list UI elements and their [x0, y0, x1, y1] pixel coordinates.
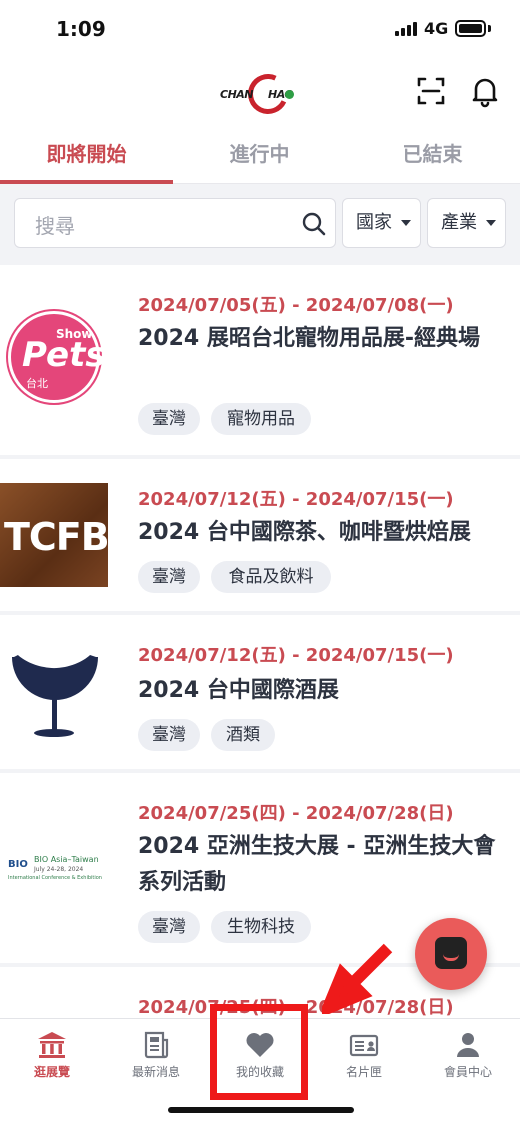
annotation-arrow-icon [322, 943, 393, 1014]
status-time: 1:09 [56, 17, 106, 41]
exhibition-title: 2024 台中國際酒展 [138, 678, 339, 703]
battery-icon [455, 20, 486, 37]
industry-tag: 酒類 [211, 719, 275, 751]
tab-ended[interactable]: 已結束 [346, 128, 519, 184]
scan-icon[interactable] [414, 74, 448, 108]
chat-fab-button[interactable] [415, 918, 487, 990]
search-input[interactable]: 搜尋 [14, 198, 336, 248]
business-card-icon [349, 1034, 379, 1057]
chevron-down-icon [401, 220, 411, 226]
wine-glass-logo [12, 641, 98, 737]
user-icon [457, 1033, 479, 1057]
industry-tag: 寵物用品 [211, 403, 311, 435]
exhibition-date: 2024/07/25(四) - 2024/07/28(日) [138, 803, 454, 824]
exhibition-title: 2024 展昭台北寵物用品展-經典場 [138, 326, 481, 351]
brand-logo: CHAN HAO [218, 68, 302, 120]
home-indicator [168, 1107, 354, 1113]
search-icon[interactable] [301, 211, 327, 237]
app-header: CHAN HAO [0, 58, 520, 128]
exhibition-logo: TCFB [0, 483, 110, 587]
search-filter-bar: 搜尋 國家 產業 [0, 184, 520, 262]
industry-tag: 食品及飲料 [211, 561, 331, 593]
tab-ongoing[interactable]: 進行中 [173, 128, 346, 184]
exhibition-card[interactable]: 2024/07/12(五) - 2024/07/15(一) 2024 台中國際酒… [0, 615, 520, 769]
country-filter-dropdown[interactable]: 國家 [342, 198, 421, 248]
nav-news[interactable]: 最新消息 [104, 1029, 208, 1093]
news-icon [144, 1031, 169, 1059]
nav-member-center[interactable]: 會員中心 [416, 1029, 520, 1093]
exhibition-logo: BIO BIO Asia–Taiwan July 24-28, 2024 Int… [8, 855, 102, 881]
exhibition-title: 2024 台中國際茶、咖啡暨烘焙展 [138, 520, 471, 545]
museum-icon [38, 1032, 66, 1058]
country-tag: 臺灣 [138, 403, 200, 435]
annotation-highlight-box [210, 1004, 308, 1100]
status-tabs: 即將開始 進行中 已結束 [0, 128, 520, 184]
tab-upcoming[interactable]: 即將開始 [0, 128, 173, 184]
exhibition-list: Show Pets 台北 2024/07/05(五) - 2024/07/08(… [0, 262, 520, 1018]
exhibition-title: 2024 亞洲生技大展 - 亞洲生技大會系列活動 [138, 834, 496, 895]
chat-icon [435, 937, 467, 969]
industry-filter-dropdown[interactable]: 產業 [427, 198, 506, 248]
chevron-down-icon [486, 220, 496, 226]
exhibition-logo: Show Pets 台北 [0, 311, 110, 407]
industry-tag: 生物科技 [211, 911, 311, 943]
status-bar: 1:09 4G [0, 0, 520, 58]
country-tag: 臺灣 [138, 561, 200, 593]
network-label: 4G [424, 19, 449, 38]
exhibition-date: 2024/07/12(五) - 2024/07/15(一) [138, 489, 454, 510]
country-tag: 臺灣 [138, 719, 200, 751]
nav-exhibitions[interactable]: 逛展覽 [0, 1029, 104, 1093]
signal-icon [395, 22, 417, 36]
exhibition-card[interactable]: Show Pets 台北 2024/07/05(五) - 2024/07/08(… [0, 265, 520, 455]
search-placeholder: 搜尋 [35, 214, 75, 238]
exhibition-date: 2024/07/05(五) - 2024/07/08(一) [138, 295, 454, 316]
nav-business-cards[interactable]: 名片匣 [312, 1029, 416, 1093]
exhibition-card[interactable]: TCFB 2024/07/12(五) - 2024/07/15(一) 2024 … [0, 459, 520, 611]
country-tag: 臺灣 [138, 911, 200, 943]
exhibition-date: 2024/07/12(五) - 2024/07/15(一) [138, 645, 454, 666]
bell-icon[interactable] [468, 74, 502, 108]
